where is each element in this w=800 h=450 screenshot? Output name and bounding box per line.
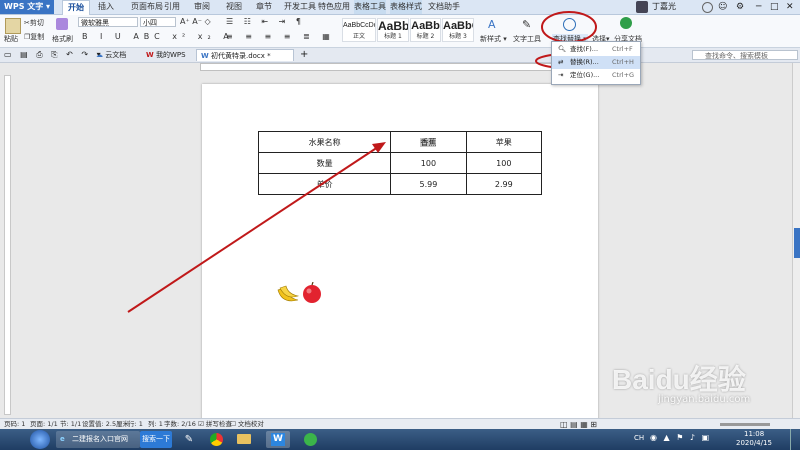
menu-item-goto[interactable]: ⇥ 定位(G)... Ctrl+G — [552, 69, 640, 82]
ie-icon: e — [60, 435, 65, 443]
scrollbar-thumb[interactable] — [794, 228, 800, 258]
menu-item-replace[interactable]: ⇄ 替换(R)... Ctrl+H — [552, 56, 640, 69]
vertical-scrollbar[interactable] — [792, 63, 800, 418]
start-button[interactable] — [30, 430, 50, 449]
taskbar-ie-window[interactable]: e 二建报名入口官网 — [56, 431, 140, 448]
annotation-circle-find-replace — [541, 11, 597, 43]
green-app-icon[interactable] — [298, 431, 322, 448]
menu-item-find[interactable]: 🔍︎ 查找(F)... Ctrl+F — [552, 43, 640, 56]
watermark-url: jingyan.baidu.com — [658, 394, 751, 405]
watermark: Baidu经验 jingyan.baidu.com — [612, 358, 792, 418]
annotation-arrow — [127, 142, 386, 313]
search-button[interactable]: 搜索一下 — [140, 431, 172, 448]
taskbar: e 二建报名入口官网 搜索一下 ✎ W CH ◉ ▲ ⚑ ♪ ▣ 11:08 2… — [0, 429, 800, 450]
zoom-slider[interactable] — [720, 423, 770, 426]
find-replace-dropdown: 🔍︎ 查找(F)... Ctrl+F ⇄ 替换(R)... Ctrl+H ⇥ 定… — [551, 41, 641, 85]
chrome-icon[interactable] — [206, 431, 226, 448]
clock-time[interactable]: 11:08 — [744, 430, 764, 438]
goto-icon: ⇥ — [558, 71, 564, 79]
clock-date[interactable]: 2020/4/15 — [736, 439, 772, 447]
watermark-brand: Baidu经验 — [612, 364, 746, 395]
folder-icon[interactable] — [234, 431, 254, 448]
tray-icons[interactable]: ◉ ▲ ⚑ ♪ ▣ — [650, 433, 711, 442]
show-desktop-button[interactable] — [790, 429, 800, 450]
tools-icon[interactable]: ✎ — [178, 431, 200, 448]
find-icon: 🔍︎ — [558, 45, 567, 53]
ime-indicator[interactable]: CH — [634, 434, 644, 442]
wps-taskbar-icon[interactable]: W — [266, 431, 290, 448]
replace-icon: ⇄ — [558, 58, 564, 66]
